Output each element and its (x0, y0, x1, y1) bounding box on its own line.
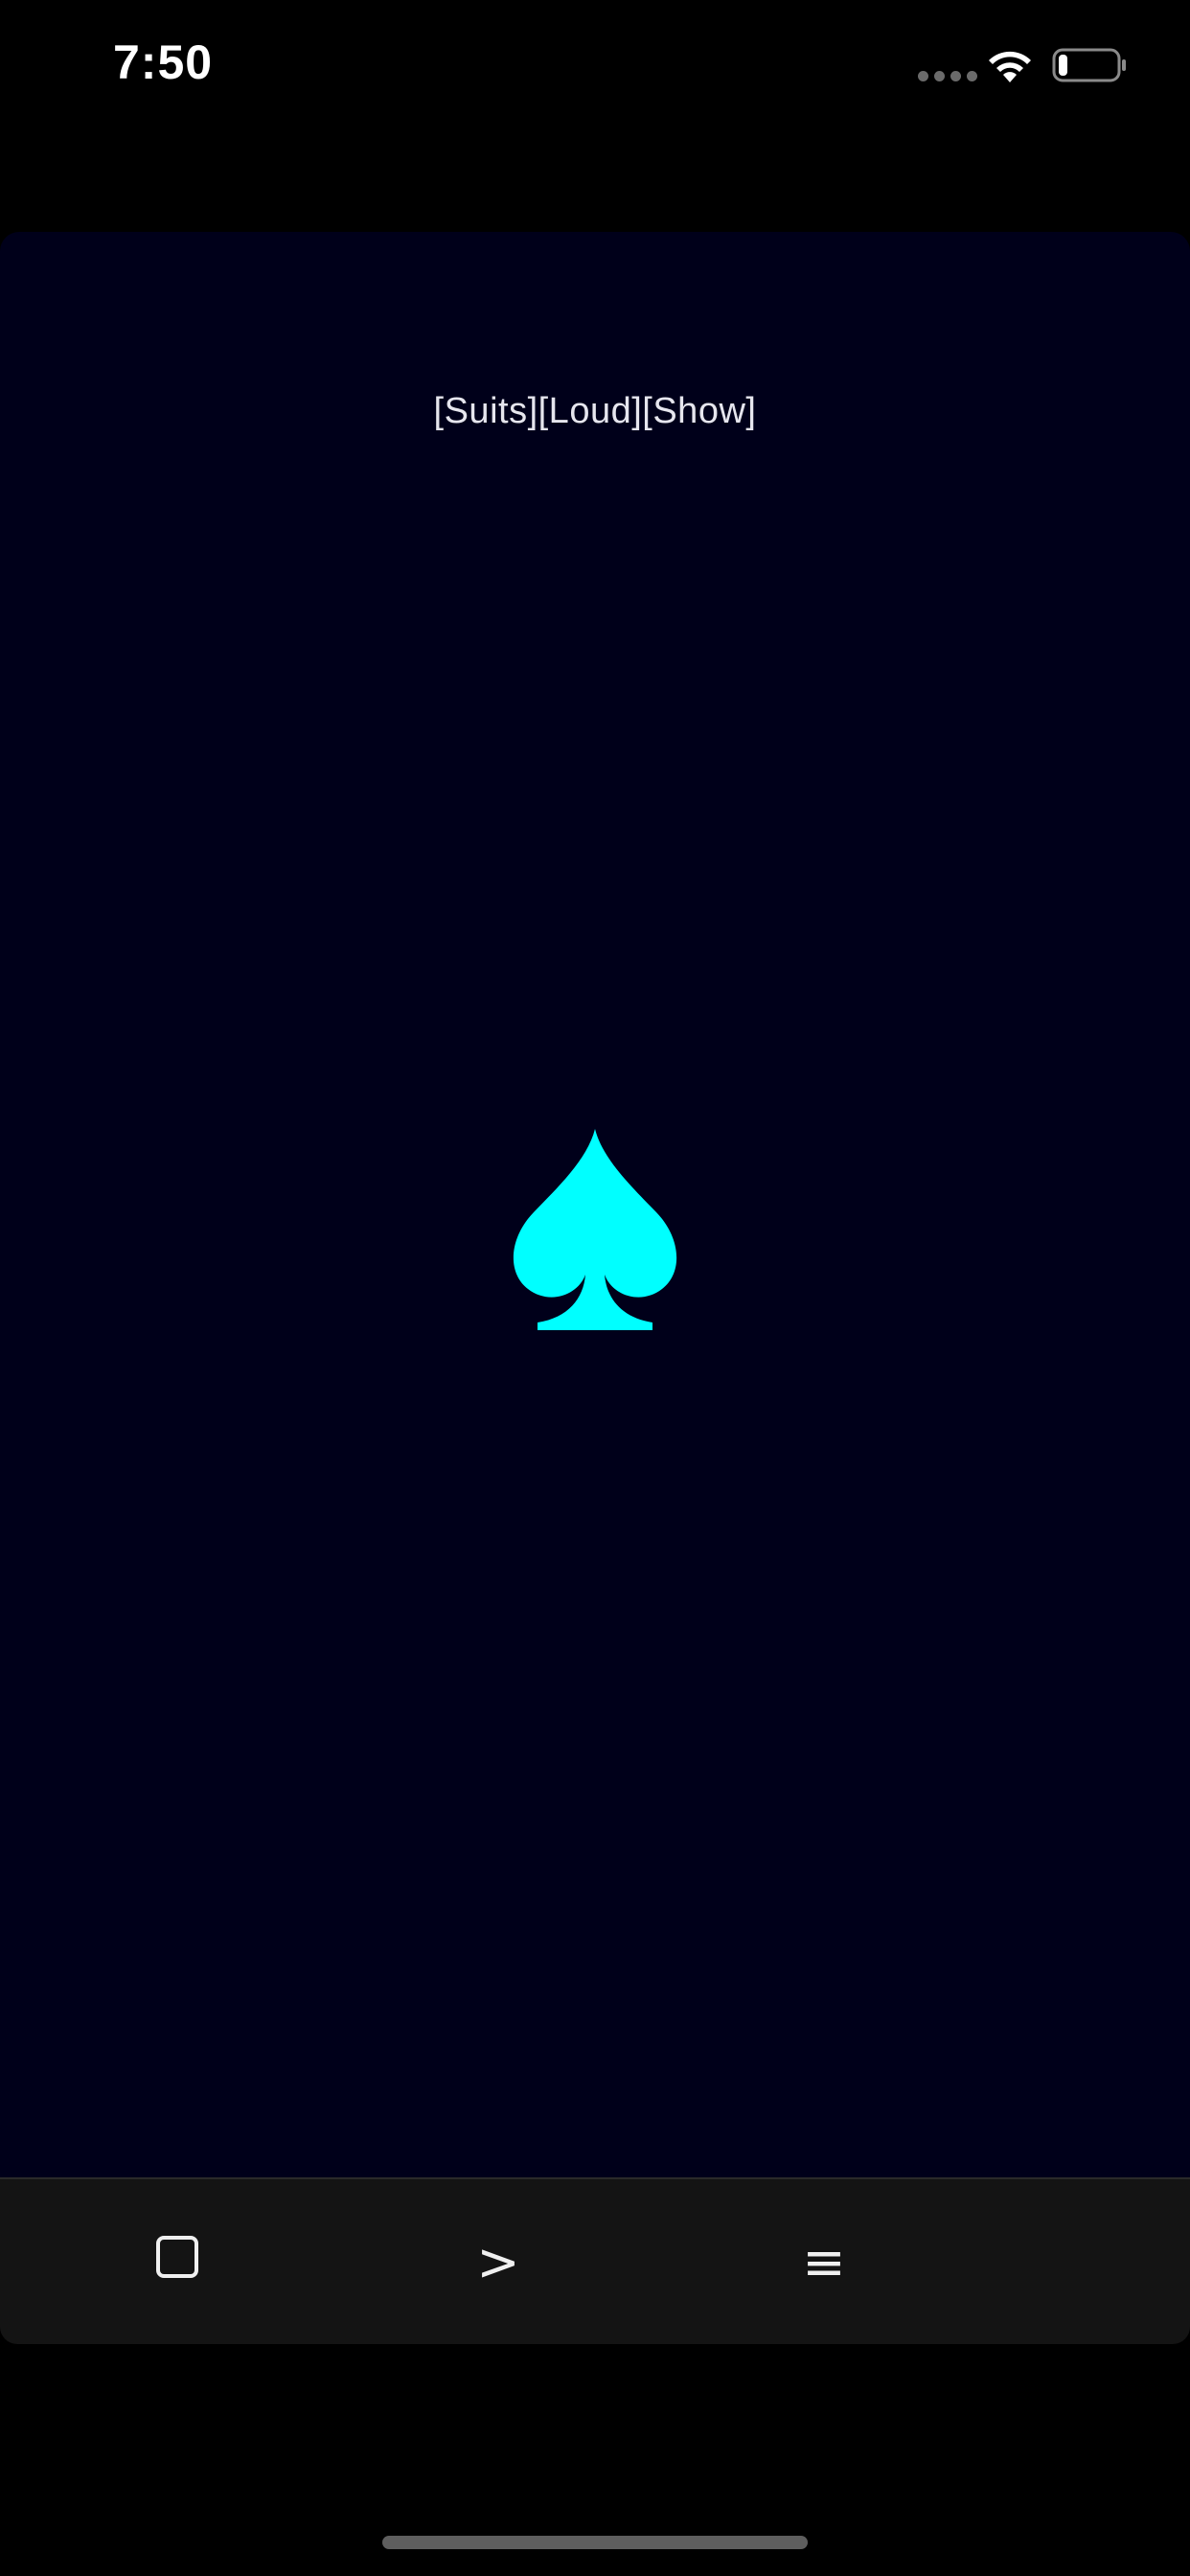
spade-icon (513, 1129, 677, 1330)
menu-button[interactable]: ≡ (776, 2179, 872, 2344)
screen: 7:50 [Suits][Loud][Show] > ≡ (0, 0, 1190, 2576)
home-indicator (382, 2536, 808, 2549)
bottom-toolbar: > ≡ (0, 2177, 1190, 2344)
wifi-icon (989, 51, 1031, 82)
battery-icon (1052, 48, 1126, 82)
status-time: 7:50 (113, 35, 214, 89)
cellular-signal-icon (918, 71, 977, 81)
square-button[interactable] (129, 2179, 225, 2344)
mode-label: [Suits][Loud][Show] (433, 391, 757, 431)
square-icon (156, 2236, 198, 2278)
next-button[interactable]: > (450, 2179, 546, 2344)
status-bar: 7:50 (0, 0, 1190, 134)
